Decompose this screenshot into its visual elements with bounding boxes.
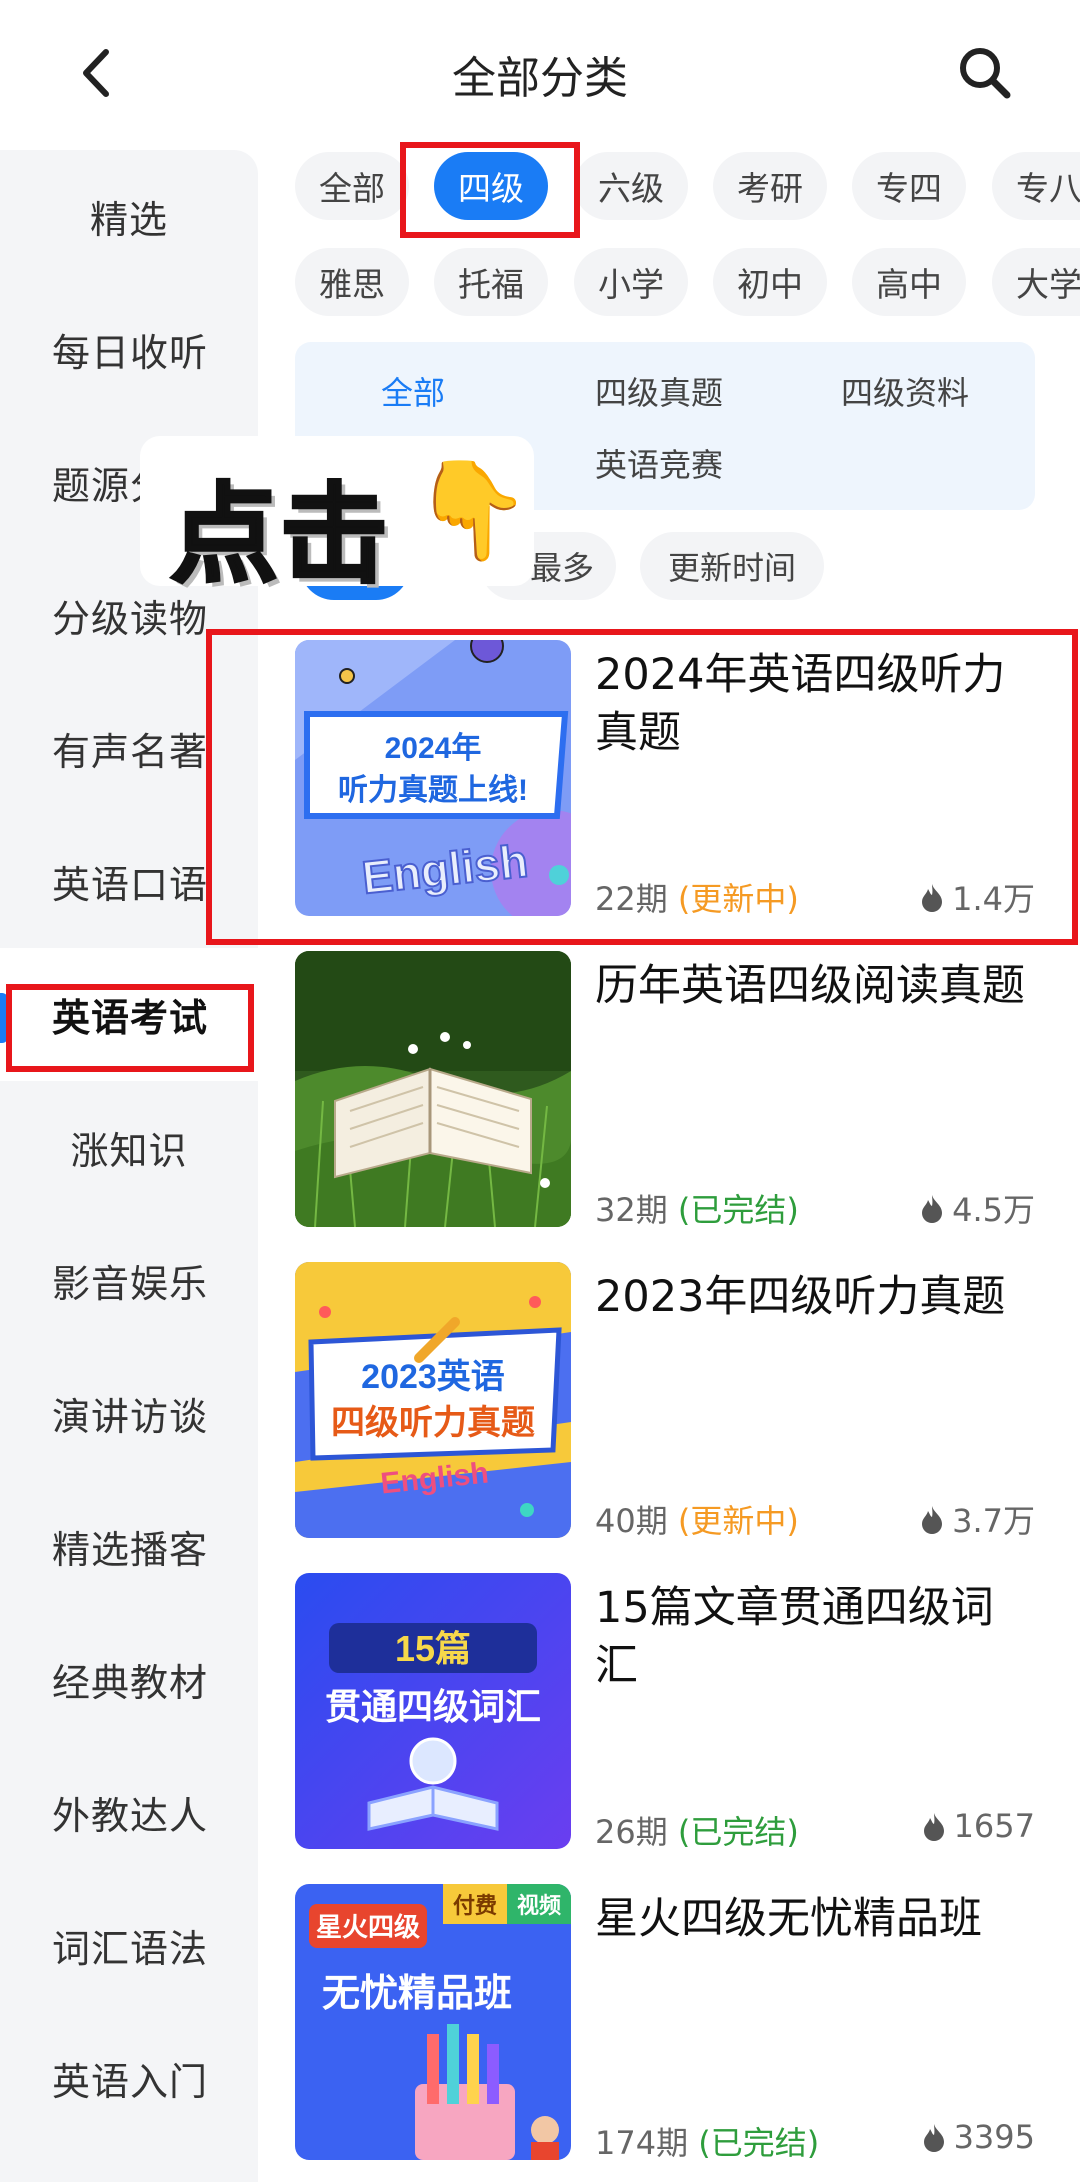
album-card[interactable]: 历年英语四级阅读真题 32期 (已完结) 4.5万	[295, 951, 1055, 1229]
chip-all[interactable]: 全部	[295, 152, 409, 220]
album-card[interactable]: 15篇 贯通四级词汇 15篇文章贯通四级词汇 26期 (已完结) 1657	[295, 1573, 1055, 1851]
subcategory-competition[interactable]: 英语竞赛	[595, 440, 723, 486]
subcategory-materials[interactable]: 四级资料	[841, 368, 969, 414]
search-button[interactable]	[956, 44, 1012, 100]
sidebar-item-teachers[interactable]: 外教达人	[0, 1746, 258, 1879]
svg-text:付费: 付费	[453, 1893, 497, 1918]
chip-cet6[interactable]: 六级	[574, 152, 688, 220]
flame-icon	[922, 1195, 943, 1223]
flame-icon	[923, 2124, 944, 2152]
chip-toefl[interactable]: 托福	[434, 248, 548, 316]
svg-text:15篇: 15篇	[395, 1628, 471, 1669]
album-episodes: 40期 (更新中)	[595, 1502, 799, 1540]
top-bar: 全部分类	[0, 0, 1080, 145]
flame-icon	[922, 1506, 943, 1534]
album-cover	[295, 951, 571, 1227]
subcategory-all[interactable]: 全部	[381, 368, 445, 414]
chip-tem4[interactable]: 专四	[852, 152, 966, 220]
album-plays: 4.5万	[920, 1185, 1035, 1231]
album-episodes: 32期 (已完结)	[595, 1191, 799, 1229]
album-cover: 2023英语 四级听力真题 English	[295, 1262, 571, 1538]
album-episodes: 174期 (已完结)	[595, 2124, 820, 2162]
sort-updated[interactable]: 更新时间	[640, 532, 824, 600]
sidebar-item-daily[interactable]: 每日收听	[0, 283, 258, 416]
sidebar-item-knowledge[interactable]: 涨知识	[0, 1081, 258, 1214]
svg-text:视频: 视频	[517, 1893, 561, 1918]
album-cover: 15篇 贯通四级词汇	[295, 1573, 571, 1849]
search-icon	[960, 48, 1011, 99]
sidebar-item-entertainment[interactable]: 影音娱乐	[0, 1214, 258, 1347]
tap-hint-text: 点击	[168, 472, 391, 600]
pointing-hand-icon: 👇	[412, 454, 532, 566]
page-title: 全部分类	[452, 53, 628, 104]
album-title: 星火四级无忧精品班	[595, 1894, 982, 1944]
album-title: 2023年四级听力真题	[595, 1272, 1006, 1322]
sidebar-item-selected[interactable]: 精选	[0, 150, 258, 283]
svg-text:2023英语: 2023英语	[361, 1358, 505, 1396]
svg-text:四级听力真题: 四级听力真题	[331, 1404, 535, 1442]
chip-postgrad[interactable]: 考研	[713, 152, 827, 220]
highlight-first-album	[206, 629, 1078, 945]
chip-college[interactable]: 大学	[992, 248, 1080, 316]
chip-senior[interactable]: 高中	[852, 248, 966, 316]
sidebar-item-beginner[interactable]: 英语入门	[0, 2012, 258, 2145]
highlight-exam-category	[6, 984, 254, 1072]
svg-text:贯通四级词汇: 贯通四级词汇	[325, 1686, 541, 1727]
sidebar-item-speeches[interactable]: 演讲访谈	[0, 1347, 258, 1480]
album-card[interactable]: 星火四级 付费 视频 无忧精品班 星火四级无忧精品班 174期 (已完结) 33…	[295, 1884, 1055, 2162]
album-cover: 星火四级 付费 视频 无忧精品班	[295, 1884, 571, 2160]
svg-text:星火四级: 星火四级	[316, 1912, 420, 1942]
album-title: 历年英语四级阅读真题	[595, 961, 1025, 1011]
chip-ielts[interactable]: 雅思	[295, 248, 409, 316]
chip-junior[interactable]: 初中	[713, 248, 827, 316]
chip-primary[interactable]: 小学	[574, 248, 688, 316]
tap-hint-overlay: 点击 👇	[140, 436, 534, 600]
sidebar-item-grammar[interactable]: 词汇语法	[0, 1879, 258, 2012]
subcategory-real-exams[interactable]: 四级真题	[595, 368, 723, 414]
album-plays: 1657	[922, 1807, 1035, 1845]
album-plays: 3395	[922, 2118, 1035, 2156]
album-episodes: 26期 (已完结)	[595, 1813, 799, 1851]
album-plays: 3.7万	[920, 1496, 1035, 1542]
album-card[interactable]: 2023英语 四级听力真题 English 2023年四级听力真题 40期 (更…	[295, 1262, 1055, 1540]
highlight-cet4-chip	[400, 142, 580, 238]
album-title: 15篇文章贯通四级词汇	[595, 1583, 994, 1691]
chip-tem8[interactable]: 专八	[992, 152, 1080, 220]
sidebar-item-podcasts[interactable]: 精选播客	[0, 1480, 258, 1613]
flame-icon	[923, 1813, 944, 1841]
svg-text:无忧精品班: 无忧精品班	[322, 1973, 512, 2015]
sidebar-item-textbooks[interactable]: 经典教材	[0, 1613, 258, 1746]
